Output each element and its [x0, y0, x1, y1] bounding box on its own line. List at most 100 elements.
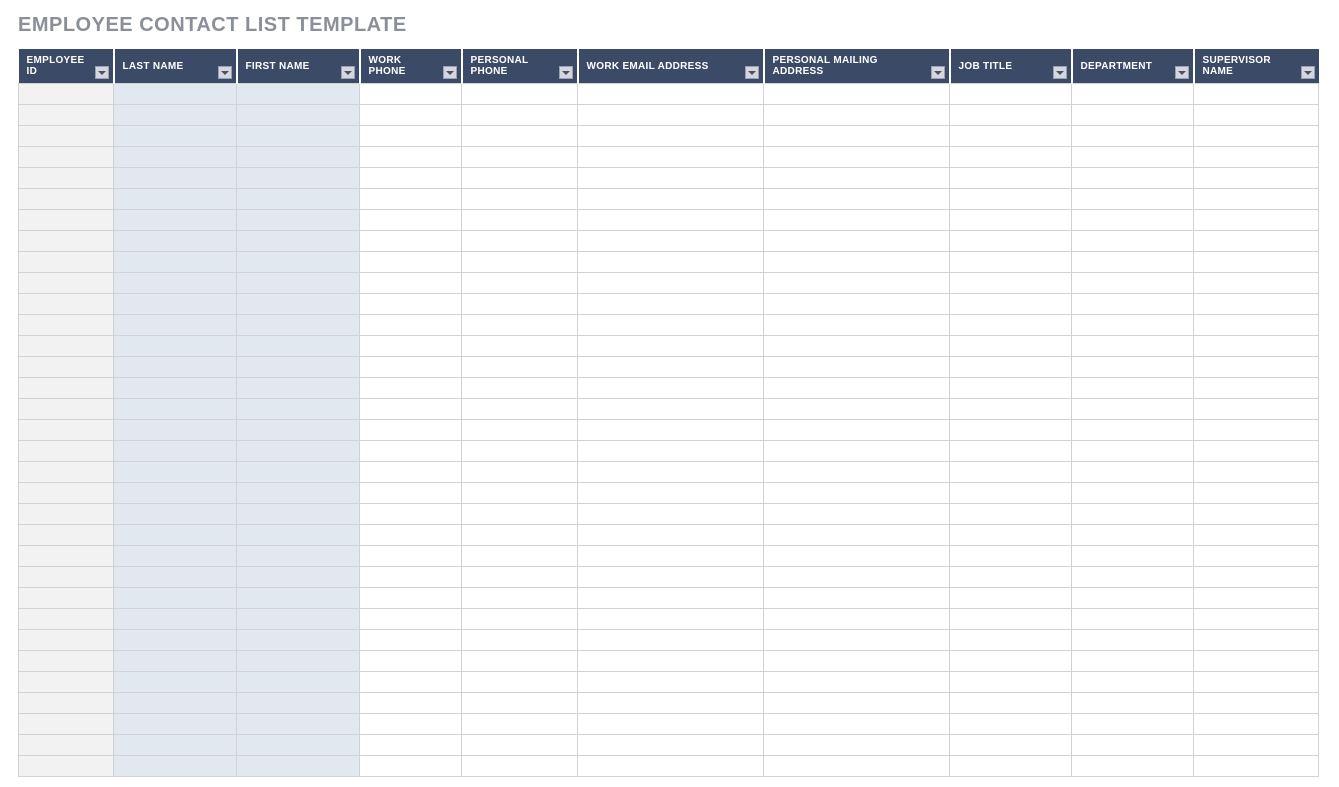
table-cell[interactable]	[1072, 588, 1194, 609]
table-cell[interactable]	[1194, 189, 1319, 210]
table-cell[interactable]	[114, 714, 237, 735]
table-cell[interactable]	[19, 756, 114, 777]
table-cell[interactable]	[462, 525, 578, 546]
table-cell[interactable]	[462, 105, 578, 126]
table-cell[interactable]	[950, 735, 1072, 756]
table-cell[interactable]	[360, 420, 462, 441]
table-cell[interactable]	[764, 462, 950, 483]
table-cell[interactable]	[360, 483, 462, 504]
table-cell[interactable]	[578, 483, 764, 504]
table-cell[interactable]	[360, 630, 462, 651]
table-cell[interactable]	[578, 168, 764, 189]
table-cell[interactable]	[764, 483, 950, 504]
table-cell[interactable]	[462, 294, 578, 315]
table-cell[interactable]	[764, 315, 950, 336]
table-cell[interactable]	[578, 294, 764, 315]
table-cell[interactable]	[1072, 441, 1194, 462]
table-cell[interactable]	[360, 126, 462, 147]
table-cell[interactable]	[462, 231, 578, 252]
table-cell[interactable]	[578, 147, 764, 168]
table-cell[interactable]	[950, 546, 1072, 567]
table-cell[interactable]	[578, 504, 764, 525]
table-cell[interactable]	[950, 441, 1072, 462]
table-cell[interactable]	[764, 588, 950, 609]
table-cell[interactable]	[114, 609, 237, 630]
table-cell[interactable]	[237, 126, 360, 147]
table-cell[interactable]	[1194, 630, 1319, 651]
table-cell[interactable]	[114, 210, 237, 231]
table-cell[interactable]	[462, 252, 578, 273]
table-cell[interactable]	[237, 189, 360, 210]
table-cell[interactable]	[1072, 525, 1194, 546]
table-cell[interactable]	[19, 420, 114, 441]
table-cell[interactable]	[764, 546, 950, 567]
table-cell[interactable]	[1072, 714, 1194, 735]
table-cell[interactable]	[1072, 252, 1194, 273]
table-cell[interactable]	[360, 609, 462, 630]
table-cell[interactable]	[1072, 672, 1194, 693]
table-cell[interactable]	[578, 546, 764, 567]
table-cell[interactable]	[462, 504, 578, 525]
table-cell[interactable]	[1072, 483, 1194, 504]
table-cell[interactable]	[1072, 84, 1194, 105]
table-cell[interactable]	[1072, 357, 1194, 378]
table-cell[interactable]	[950, 462, 1072, 483]
table-cell[interactable]	[764, 84, 950, 105]
table-cell[interactable]	[237, 588, 360, 609]
table-cell[interactable]	[462, 588, 578, 609]
table-cell[interactable]	[19, 231, 114, 252]
table-cell[interactable]	[19, 315, 114, 336]
table-cell[interactable]	[1194, 168, 1319, 189]
table-cell[interactable]	[462, 126, 578, 147]
table-cell[interactable]	[462, 315, 578, 336]
table-cell[interactable]	[950, 357, 1072, 378]
table-cell[interactable]	[1194, 399, 1319, 420]
table-cell[interactable]	[1072, 567, 1194, 588]
table-cell[interactable]	[578, 273, 764, 294]
table-cell[interactable]	[360, 84, 462, 105]
table-cell[interactable]	[1194, 231, 1319, 252]
table-cell[interactable]	[1194, 609, 1319, 630]
table-cell[interactable]	[19, 147, 114, 168]
table-cell[interactable]	[1072, 336, 1194, 357]
table-cell[interactable]	[578, 84, 764, 105]
table-cell[interactable]	[19, 84, 114, 105]
table-cell[interactable]	[19, 567, 114, 588]
table-cell[interactable]	[764, 357, 950, 378]
table-cell[interactable]	[237, 630, 360, 651]
table-cell[interactable]	[360, 504, 462, 525]
table-cell[interactable]	[950, 504, 1072, 525]
table-cell[interactable]	[1072, 147, 1194, 168]
table-cell[interactable]	[237, 672, 360, 693]
table-cell[interactable]	[360, 252, 462, 273]
table-cell[interactable]	[950, 336, 1072, 357]
table-cell[interactable]	[1194, 693, 1319, 714]
table-cell[interactable]	[114, 546, 237, 567]
table-cell[interactable]	[360, 357, 462, 378]
table-cell[interactable]	[764, 441, 950, 462]
table-cell[interactable]	[764, 336, 950, 357]
table-cell[interactable]	[462, 630, 578, 651]
table-cell[interactable]	[237, 735, 360, 756]
table-cell[interactable]	[1194, 756, 1319, 777]
table-cell[interactable]	[950, 399, 1072, 420]
table-cell[interactable]	[764, 609, 950, 630]
table-cell[interactable]	[237, 462, 360, 483]
table-cell[interactable]	[950, 588, 1072, 609]
table-cell[interactable]	[19, 441, 114, 462]
table-cell[interactable]	[237, 756, 360, 777]
table-cell[interactable]	[360, 378, 462, 399]
table-cell[interactable]	[237, 294, 360, 315]
table-cell[interactable]	[578, 651, 764, 672]
table-cell[interactable]	[360, 525, 462, 546]
table-cell[interactable]	[237, 504, 360, 525]
table-cell[interactable]	[462, 420, 578, 441]
table-cell[interactable]	[237, 525, 360, 546]
table-cell[interactable]	[237, 105, 360, 126]
table-cell[interactable]	[237, 147, 360, 168]
table-cell[interactable]	[114, 273, 237, 294]
table-cell[interactable]	[1072, 630, 1194, 651]
table-cell[interactable]	[462, 441, 578, 462]
table-cell[interactable]	[114, 189, 237, 210]
table-cell[interactable]	[950, 714, 1072, 735]
